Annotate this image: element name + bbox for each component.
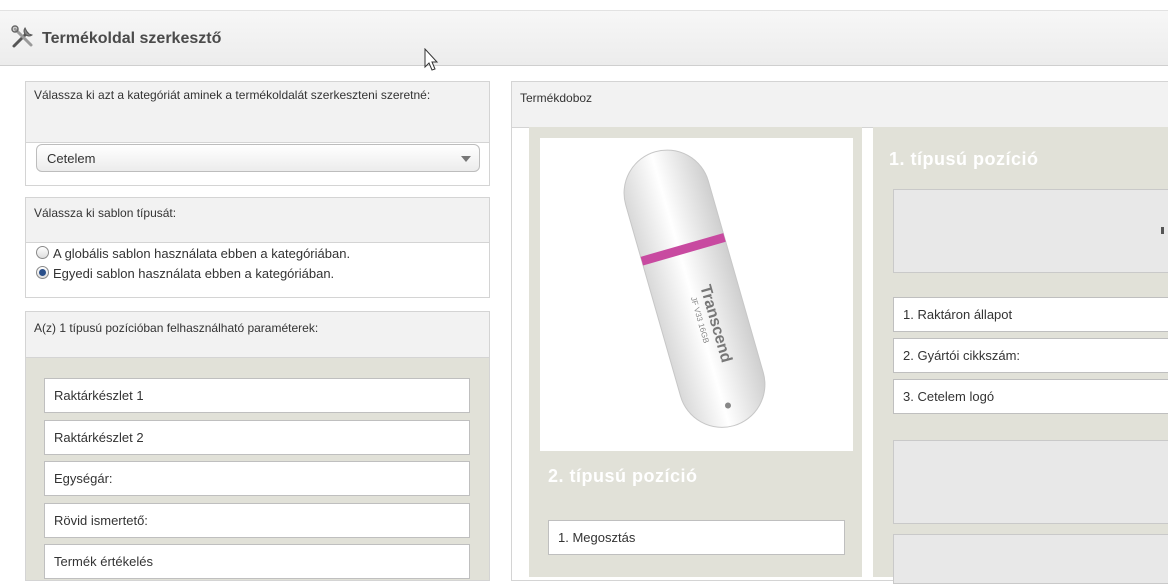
- params-heading: A(z) 1 típusú pozícióban felhasználható …: [26, 312, 489, 358]
- mouse-cursor-icon: [424, 48, 439, 71]
- productbox-heading: Termékdoboz: [512, 82, 1168, 128]
- template-option-label: A globális sablon használata ebben a kat…: [53, 246, 351, 261]
- tools-icon: [11, 25, 34, 48]
- param-item[interactable]: Raktárkészlet 1: [44, 378, 470, 413]
- param-item[interactable]: Termék értékelés: [44, 544, 470, 579]
- position-1-slot-middle: [893, 440, 1168, 524]
- radio-button-checked[interactable]: [36, 266, 49, 279]
- position-1-item[interactable]: 3. Cetelem logó: [893, 379, 1168, 414]
- product-image: Transcend JF V33 16GB: [540, 138, 853, 451]
- template-option-label: Egyedi sablon használata ebben a kategór…: [53, 266, 335, 281]
- slot-marker: [1161, 227, 1164, 234]
- radio-button[interactable]: [36, 246, 49, 259]
- position-1-slot-top: [893, 189, 1168, 273]
- chevron-down-icon: [461, 156, 471, 162]
- position-1-item[interactable]: 1. Raktáron állapot: [893, 297, 1168, 332]
- category-select-value: Cetelem: [47, 151, 96, 166]
- position-1-item[interactable]: 2. Gyártói cikkszám:: [893, 338, 1168, 373]
- template-option-global[interactable]: A globális sablon használata ebben a kat…: [36, 246, 350, 261]
- template-heading: Válassza ki sablon típusát:: [26, 198, 489, 243]
- position-2-title: 2. típusú pozíció: [548, 466, 698, 486]
- template-option-custom[interactable]: Egyedi sablon használata ebben a kategór…: [36, 266, 334, 281]
- param-item[interactable]: Egységár:: [44, 461, 470, 496]
- position-1-slot-bottom: [893, 534, 1168, 584]
- page-title: Termékoldal szerkesztő: [42, 30, 222, 47]
- usb-drive-image: Transcend JF V33 16GB: [623, 149, 766, 428]
- category-heading: Válassza ki azt a kategóriát aminek a te…: [26, 82, 489, 143]
- param-item[interactable]: Rövid ismertető:: [44, 503, 470, 538]
- position-1-title: 1. típusú pozíció: [889, 149, 1039, 169]
- category-select[interactable]: Cetelem: [36, 144, 480, 172]
- position-2-item[interactable]: 1. Megosztás: [548, 520, 845, 555]
- page-header: Termékoldal szerkesztő: [0, 10, 1168, 66]
- param-item[interactable]: Raktárkészlet 2: [44, 420, 470, 455]
